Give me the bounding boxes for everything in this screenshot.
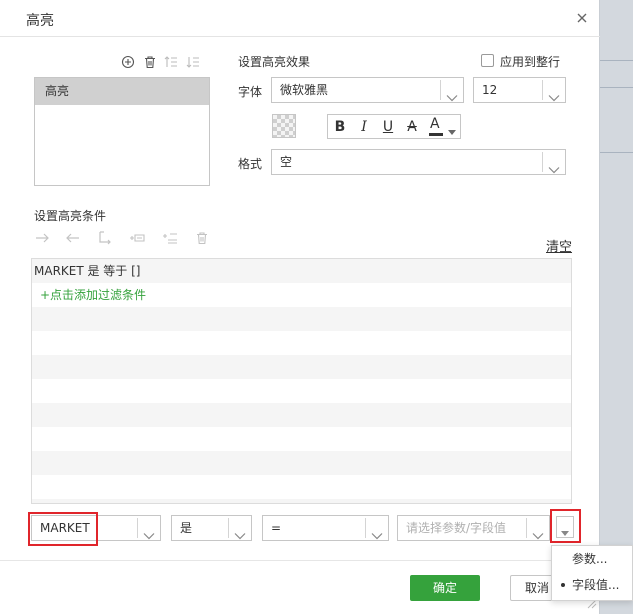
operator-value: 是 (180, 521, 193, 535)
swap-icon[interactable] (97, 230, 113, 246)
background-color-picker[interactable] (272, 114, 296, 138)
menu-item-parameter[interactable]: 参数... (552, 546, 632, 572)
ok-button[interactable]: 确定 (410, 575, 480, 601)
add-filter-link[interactable]: +点击添加过滤条件 (34, 288, 146, 302)
clear-link[interactable]: 清空 (546, 236, 572, 255)
highlight-list-item[interactable]: 高亮 (35, 78, 209, 105)
move-down-icon[interactable] (185, 54, 201, 70)
format-select[interactable]: 空 (271, 149, 566, 175)
chevron-down-icon (532, 524, 544, 540)
chevron-down-icon (234, 524, 246, 540)
font-size-value: 12 (482, 83, 498, 97)
empty-row (32, 307, 571, 331)
empty-row (32, 331, 571, 355)
font-color-bar (429, 133, 443, 136)
insert-condition-icon[interactable] (129, 230, 145, 246)
value-input[interactable]: 请选择参数/字段值 (397, 515, 550, 541)
compare-value: = (271, 521, 282, 535)
highlight-frame (28, 512, 98, 546)
chevron-down-icon (548, 158, 560, 174)
arrow-right-icon[interactable] (34, 230, 50, 246)
value-source-menu: 参数... 字段值... (551, 545, 633, 601)
background-divider (600, 152, 633, 153)
menu-item-field-value[interactable]: 字段值... (552, 572, 632, 598)
move-up-icon[interactable] (163, 54, 179, 70)
apply-row-checkbox[interactable] (481, 54, 494, 67)
highlight-list: 高亮 (34, 77, 210, 186)
arrow-left-icon[interactable] (65, 230, 81, 246)
add-condition-icon[interactable] (162, 230, 178, 246)
empty-row (32, 403, 571, 427)
background-divider (600, 87, 633, 88)
format-value: 空 (280, 155, 293, 169)
dialog-title: 高亮 (26, 13, 54, 29)
empty-row (32, 427, 571, 451)
font-family-select[interactable]: 微软雅黑 (271, 77, 464, 103)
background-divider (600, 60, 633, 61)
value-placeholder: 请选择参数/字段值 (406, 521, 507, 535)
empty-row (32, 355, 571, 379)
caret-down-icon (448, 124, 456, 138)
delete-condition-icon[interactable] (194, 230, 210, 246)
font-style-toolbar: B I U A A (327, 114, 461, 139)
highlight-dialog: 高亮 高亮 设置高亮效果 应用到整行 字体 微软雅黑 12 B I U A A … (0, 0, 600, 614)
empty-row (32, 451, 571, 475)
background-panel (600, 0, 633, 614)
add-filter-row: +点击添加过滤条件 (32, 283, 571, 307)
empty-row (32, 475, 571, 499)
font-color-glyph: A (430, 116, 440, 132)
condition-text: MARKET 是 等于 [] (34, 264, 141, 278)
footer-divider (0, 560, 600, 561)
underline-button[interactable]: U (376, 115, 400, 138)
apply-row-label[interactable]: 应用到整行 (500, 53, 560, 70)
empty-row (32, 499, 571, 503)
highlight-frame (550, 509, 581, 543)
close-icon[interactable] (572, 8, 592, 28)
compare-select[interactable]: = (262, 515, 389, 541)
font-label: 字体 (238, 85, 263, 99)
font-family-value: 微软雅黑 (280, 83, 329, 97)
condition-list: MARKET 是 等于 [] +点击添加过滤条件 (31, 258, 572, 504)
add-icon[interactable] (120, 54, 136, 70)
italic-button[interactable]: I (352, 115, 376, 138)
font-size-select[interactable]: 12 (473, 77, 566, 103)
operator-select[interactable]: 是 (171, 515, 252, 541)
format-label: 格式 (238, 157, 263, 171)
dialog-titlebar: 高亮 (0, 0, 600, 37)
conditions-section-label: 设置高亮条件 (34, 209, 107, 223)
effect-section-label: 设置高亮效果 (238, 55, 311, 69)
font-color-button[interactable]: A (424, 115, 460, 138)
strikethrough-button[interactable]: A (400, 115, 424, 138)
chevron-down-icon (371, 524, 383, 540)
empty-row (32, 379, 571, 403)
chevron-down-icon (548, 86, 560, 102)
condition-row[interactable]: MARKET 是 等于 [] (32, 259, 571, 283)
delete-icon[interactable] (142, 54, 158, 70)
chevron-down-icon (446, 86, 458, 102)
chevron-down-icon (143, 524, 155, 540)
bold-button[interactable]: B (328, 115, 352, 138)
